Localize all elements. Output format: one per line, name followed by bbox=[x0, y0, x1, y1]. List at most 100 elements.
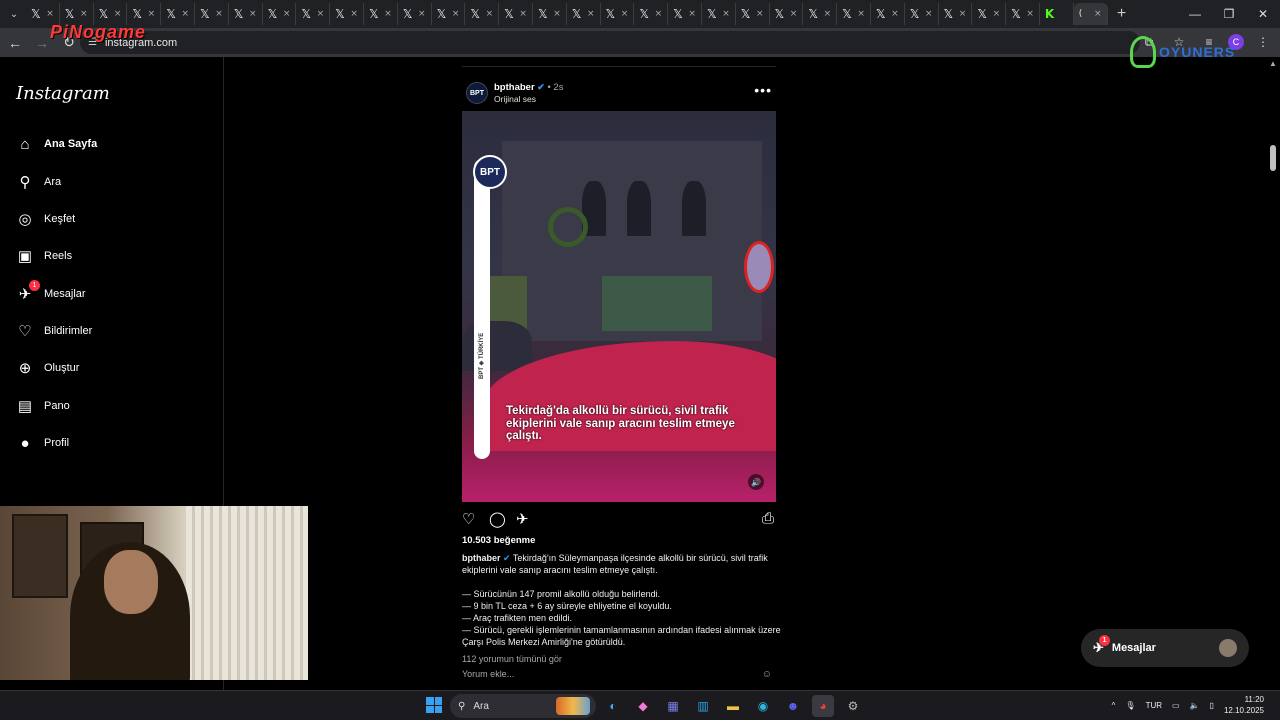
maximize-button[interactable]: ❐ bbox=[1212, 0, 1246, 28]
browser-menu-icon[interactable]: ⋮ bbox=[1252, 31, 1274, 53]
sidebar-item-dashboard[interactable]: ▤ Pano bbox=[16, 391, 216, 421]
close-tab-icon[interactable]: × bbox=[46, 9, 54, 19]
teams-icon[interactable]: ▦ bbox=[662, 695, 684, 717]
browser-tab[interactable]: 𝕏 × bbox=[1006, 3, 1040, 25]
close-tab-icon[interactable]: × bbox=[655, 9, 663, 19]
browser-tab[interactable]: 𝕏 × bbox=[398, 3, 432, 25]
sidebar-item-reels[interactable]: ▣ Reels bbox=[16, 241, 216, 271]
add-comment-field[interactable]: Yorum ekle... ☺ bbox=[462, 669, 776, 680]
close-tab-icon[interactable]: × bbox=[283, 9, 291, 19]
like-count[interactable]: 10.503 beğenme bbox=[462, 535, 535, 546]
post-video[interactable]: BPT BPT ◈ TÜRKİYE Tekirdağ'da alkollü bi… bbox=[462, 111, 776, 502]
browser-tab-active[interactable]: (× bbox=[1073, 3, 1108, 25]
post-avatar[interactable]: BPT bbox=[466, 82, 488, 104]
browser-tab[interactable]: 𝕏 × bbox=[837, 3, 871, 25]
close-tab-icon[interactable]: × bbox=[993, 9, 1001, 19]
close-tab-icon[interactable]: × bbox=[553, 9, 561, 19]
close-tab-icon[interactable]: × bbox=[181, 9, 189, 19]
browser-tab[interactable]: 𝕏 × bbox=[567, 3, 601, 25]
back-button[interactable]: ← bbox=[3, 31, 27, 55]
post-username[interactable]: bpthaber bbox=[494, 82, 535, 93]
close-tab-icon[interactable]: × bbox=[215, 9, 223, 19]
close-tab-icon[interactable]: × bbox=[519, 9, 527, 19]
comment-icon[interactable]: ◯ bbox=[489, 510, 506, 528]
close-tab-icon[interactable]: × bbox=[959, 9, 967, 19]
share-icon[interactable]: ✈ bbox=[516, 510, 529, 528]
close-tab-icon[interactable]: × bbox=[418, 9, 426, 19]
close-tab-icon[interactable]: × bbox=[486, 9, 494, 19]
view-all-comments-link[interactable]: 112 yorumun tümünü gör bbox=[462, 654, 562, 664]
sidebar-item-search[interactable]: ⚲ Ara bbox=[16, 167, 216, 197]
copilot-icon[interactable]: ◆ bbox=[632, 695, 654, 717]
close-tab-icon[interactable]: × bbox=[621, 9, 629, 19]
close-tab-icon[interactable]: × bbox=[688, 9, 696, 19]
close-tab-icon[interactable]: × bbox=[80, 9, 88, 19]
mute-toggle-icon[interactable]: 🔊 bbox=[748, 474, 764, 490]
close-tab-icon[interactable]: × bbox=[114, 9, 122, 19]
browser-tab[interactable]: 𝕏 × bbox=[432, 3, 466, 25]
browser-tab[interactable]: 𝕏 × bbox=[499, 3, 533, 25]
messages-floating-button[interactable]: ✈ 1 Mesajlar bbox=[1081, 629, 1249, 667]
clock[interactable]: 11:20 12.10.2025 bbox=[1224, 694, 1264, 716]
post-audio[interactable]: Orijinal ses bbox=[494, 94, 536, 104]
close-tab-icon[interactable]: × bbox=[722, 9, 730, 19]
battery-icon[interactable]: ▯ bbox=[1210, 701, 1214, 710]
close-tab-icon[interactable]: × bbox=[384, 9, 392, 19]
like-heart-icon[interactable]: ♡ bbox=[462, 510, 475, 528]
close-tab-icon[interactable]: × bbox=[587, 9, 595, 19]
widgets-icon[interactable]: ◐ bbox=[602, 695, 624, 717]
file-explorer-icon[interactable]: ▬ bbox=[722, 695, 744, 717]
browser-tab[interactable]: 𝕏 × bbox=[296, 3, 331, 25]
chrome-icon[interactable]: ◕ bbox=[812, 695, 834, 717]
post-time[interactable]: • 2s bbox=[547, 82, 563, 93]
browser-tab[interactable]: 𝕏 × bbox=[229, 3, 263, 25]
close-tab-icon[interactable]: × bbox=[756, 9, 764, 19]
sidebar-item-plus-square[interactable]: ⊕ Oluştur bbox=[16, 353, 216, 383]
sidebar-item-home[interactable]: ⌂ Ana Sayfa bbox=[16, 129, 216, 159]
instagram-logo[interactable]: Instagram bbox=[16, 83, 110, 104]
close-tab-icon[interactable]: × bbox=[925, 9, 933, 19]
caption-username[interactable]: bpthaber bbox=[462, 553, 501, 563]
close-tab-icon[interactable]: × bbox=[1026, 9, 1034, 19]
tray-chevron-icon[interactable]: ^ bbox=[1112, 701, 1116, 710]
close-tab-icon[interactable]: × bbox=[350, 9, 358, 19]
browser-tab[interactable]: 𝕏 × bbox=[364, 3, 398, 25]
browser-tab-kick[interactable]: K bbox=[1040, 3, 1074, 25]
browser-tab[interactable]: 𝕏 × bbox=[803, 3, 838, 25]
browser-tab[interactable]: 𝕏 × bbox=[195, 3, 229, 25]
more-options-icon[interactable]: ••• bbox=[754, 82, 772, 98]
close-tab-icon[interactable]: × bbox=[249, 9, 257, 19]
close-tab-icon[interactable]: × bbox=[857, 9, 865, 19]
browser-tab[interactable]: 𝕏 × bbox=[533, 3, 567, 25]
browser-tab[interactable]: 𝕏 × bbox=[601, 3, 635, 25]
browser-tab[interactable]: 𝕏 × bbox=[702, 3, 736, 25]
save-bookmark-icon[interactable]: ⎙ bbox=[762, 510, 774, 527]
start-windows-icon[interactable] bbox=[426, 697, 442, 713]
close-tab-icon[interactable]: × bbox=[452, 9, 460, 19]
browser-tab[interactable]: 𝕏 × bbox=[939, 3, 973, 25]
close-tab-icon[interactable]: × bbox=[1094, 9, 1102, 19]
browser-tab[interactable]: 𝕏 × bbox=[736, 3, 770, 25]
close-tab-icon[interactable]: × bbox=[824, 9, 832, 19]
scroll-up-arrow-icon[interactable]: ▲ bbox=[1269, 59, 1277, 68]
language-indicator[interactable]: TUR bbox=[1146, 701, 1162, 710]
close-tab-icon[interactable]: × bbox=[790, 9, 798, 19]
page-scrollbar[interactable]: ▲ bbox=[1266, 57, 1280, 690]
sidebar-item-profile-avatar[interactable]: ● Profil bbox=[16, 428, 216, 458]
browser-tab[interactable]: 𝕏 × bbox=[770, 3, 804, 25]
browser-tab[interactable]: 𝕏 × bbox=[972, 3, 1007, 25]
close-tab-icon[interactable]: × bbox=[148, 9, 156, 19]
browser-tab[interactable]: 𝕏 × bbox=[871, 3, 905, 25]
browser-tab[interactable]: 𝕏 × bbox=[465, 3, 500, 25]
minimize-button[interactable]: — bbox=[1178, 0, 1212, 28]
browser-tab[interactable]: 𝕏 × bbox=[905, 3, 939, 25]
discord-icon[interactable]: ☻ bbox=[782, 695, 804, 717]
taskbar-search[interactable]: ⚲ Ara bbox=[450, 694, 596, 718]
settings-gear-icon[interactable]: ⚙ bbox=[842, 695, 864, 717]
browser-tab[interactable]: 𝕏 × bbox=[263, 3, 297, 25]
url-field[interactable]: ☰ instagram.com bbox=[80, 31, 1140, 54]
sidebar-item-messenger[interactable]: ✈ 1 Mesajlar bbox=[16, 279, 216, 309]
volume-icon[interactable]: 🔈 bbox=[1190, 701, 1200, 710]
close-window-button[interactable]: ✕ bbox=[1246, 0, 1280, 28]
browser-tab[interactable]: 𝕏 × bbox=[668, 3, 702, 25]
